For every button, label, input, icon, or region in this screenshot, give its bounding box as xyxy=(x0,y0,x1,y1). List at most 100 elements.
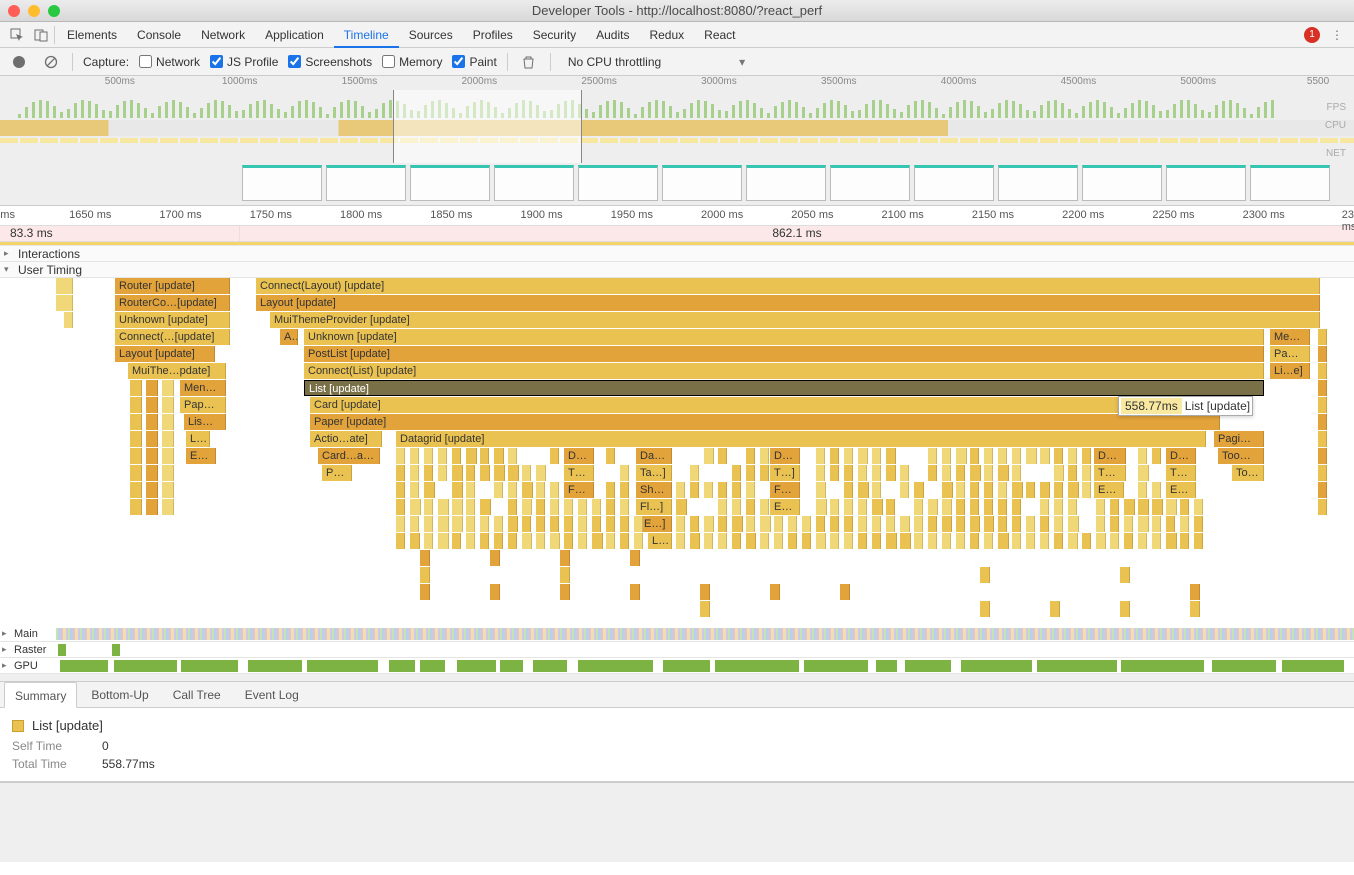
flame-entry[interactable] xyxy=(64,278,73,294)
flame-entry[interactable]: Ta…] xyxy=(636,465,672,481)
timeline-overview[interactable]: 500ms1000ms1500ms2000ms2500ms3000ms3500m… xyxy=(0,76,1354,206)
flame-entry[interactable] xyxy=(886,465,896,481)
details-tab-summary[interactable]: Summary xyxy=(4,682,77,708)
flame-entry[interactable] xyxy=(620,465,629,481)
flame-entry[interactable] xyxy=(970,448,979,464)
flame-entry[interactable] xyxy=(1124,499,1135,515)
flame-entry[interactable]: Li…e] xyxy=(1270,363,1310,379)
flame-entry[interactable] xyxy=(746,516,755,532)
flame-entry[interactable] xyxy=(466,516,475,532)
flame-entry[interactable] xyxy=(162,431,174,447)
flame-entry[interactable] xyxy=(984,482,993,498)
flame-entry[interactable] xyxy=(146,397,158,413)
flame-entry[interactable] xyxy=(1318,397,1327,413)
flame-entry[interactable] xyxy=(746,533,756,549)
flame-entry[interactable] xyxy=(844,499,853,515)
flame-entry[interactable] xyxy=(1082,448,1091,464)
flame-entry[interactable] xyxy=(816,465,825,481)
flame-entry[interactable] xyxy=(984,516,994,532)
flame-entry[interactable] xyxy=(1124,516,1133,532)
capture-jsprofile-checkbox[interactable]: JS Profile xyxy=(210,55,278,69)
flame-entry[interactable] xyxy=(732,499,741,515)
flame-entry[interactable] xyxy=(162,414,174,430)
flame-entry[interactable] xyxy=(620,533,629,549)
flame-entry[interactable] xyxy=(942,516,952,532)
flame-entry[interactable] xyxy=(438,499,449,515)
flame-entry[interactable]: To…] xyxy=(1232,465,1264,481)
flame-entry[interactable]: F… xyxy=(770,482,800,498)
flame-ruler[interactable]: 00 ms1650 ms1700 ms1750 ms1800 ms1850 ms… xyxy=(0,206,1354,226)
flame-entry[interactable] xyxy=(620,499,629,515)
flame-entry[interactable] xyxy=(718,533,727,549)
flame-entry[interactable] xyxy=(146,380,158,396)
flame-entry[interactable] xyxy=(676,533,685,549)
flame-entry[interactable] xyxy=(900,533,911,549)
flame-entry[interactable] xyxy=(424,465,433,481)
flame-entry[interactable]: Too…e] xyxy=(1218,448,1264,464)
flame-entry[interactable]: PostList [update] xyxy=(304,346,1264,362)
flame-entry[interactable]: A… xyxy=(280,329,298,345)
flame-entry[interactable] xyxy=(130,448,142,464)
screenshot-thumb[interactable] xyxy=(746,165,826,201)
screenshot-thumb[interactable] xyxy=(662,165,742,201)
flame-entry[interactable] xyxy=(1050,601,1060,617)
flame-entry[interactable] xyxy=(560,567,570,583)
flame-entry[interactable] xyxy=(162,465,174,481)
flame-entry[interactable] xyxy=(1054,448,1063,464)
record-button[interactable] xyxy=(8,51,30,73)
flame-entry[interactable] xyxy=(844,465,853,481)
flame-entry[interactable] xyxy=(704,482,713,498)
flame-entry[interactable] xyxy=(886,516,895,532)
flame-entry[interactable] xyxy=(494,465,505,481)
flame-entry[interactable] xyxy=(564,499,573,515)
tab-application[interactable]: Application xyxy=(255,22,334,48)
flame-entry[interactable] xyxy=(1318,431,1327,447)
flame-entry[interactable] xyxy=(980,601,990,617)
flame-entry[interactable] xyxy=(396,465,405,481)
flame-entry[interactable] xyxy=(1082,465,1091,481)
screenshot-thumb[interactable] xyxy=(410,165,490,201)
screenshot-thumb[interactable] xyxy=(1082,165,1162,201)
overview-selection[interactable] xyxy=(393,90,583,163)
flame-entry[interactable] xyxy=(760,448,769,464)
flame-entry[interactable] xyxy=(162,482,174,498)
flame-entry[interactable] xyxy=(396,499,405,515)
flame-entry[interactable] xyxy=(858,465,867,481)
flame-entry[interactable] xyxy=(886,499,895,515)
flame-entry[interactable] xyxy=(1138,465,1149,481)
flame-entry[interactable] xyxy=(942,465,951,481)
flame-entry[interactable] xyxy=(130,499,142,515)
flame-entry[interactable] xyxy=(1012,499,1021,515)
flame-entry[interactable] xyxy=(508,516,518,532)
flame-entry[interactable] xyxy=(508,499,517,515)
flame-entry[interactable] xyxy=(522,533,532,549)
flame-entry[interactable] xyxy=(718,448,727,464)
flame-entry[interactable] xyxy=(690,516,699,532)
flame-entry[interactable] xyxy=(1194,533,1203,549)
flame-entry[interactable] xyxy=(956,482,965,498)
flame-entry[interactable] xyxy=(466,448,477,464)
flame-entry[interactable] xyxy=(162,448,174,464)
flame-entry[interactable] xyxy=(690,482,699,498)
capture-network-checkbox[interactable]: Network xyxy=(139,55,200,69)
flame-entry[interactable] xyxy=(788,516,797,532)
flame-entry[interactable]: Pa…e] xyxy=(1270,346,1310,362)
flame-entry[interactable] xyxy=(872,516,881,532)
flame-entry[interactable] xyxy=(956,465,965,481)
flame-entry[interactable] xyxy=(1138,516,1149,532)
flame-entry[interactable] xyxy=(606,448,615,464)
flame-entry[interactable]: L…] xyxy=(186,431,210,447)
capture-paint-checkbox[interactable]: Paint xyxy=(452,55,496,69)
flame-entry[interactable] xyxy=(830,448,839,464)
flame-entry[interactable] xyxy=(1040,516,1049,532)
flame-entry[interactable] xyxy=(592,516,601,532)
tab-redux[interactable]: Redux xyxy=(639,22,694,48)
screenshot-thumb[interactable] xyxy=(998,165,1078,201)
flame-entry[interactable] xyxy=(410,516,419,532)
flame-entry[interactable] xyxy=(494,533,503,549)
flame-entry[interactable] xyxy=(1318,363,1327,379)
flame-entry[interactable] xyxy=(578,533,587,549)
clear-button[interactable] xyxy=(40,51,62,73)
screenshot-thumb[interactable] xyxy=(326,165,406,201)
flame-entry[interactable] xyxy=(1166,499,1177,515)
